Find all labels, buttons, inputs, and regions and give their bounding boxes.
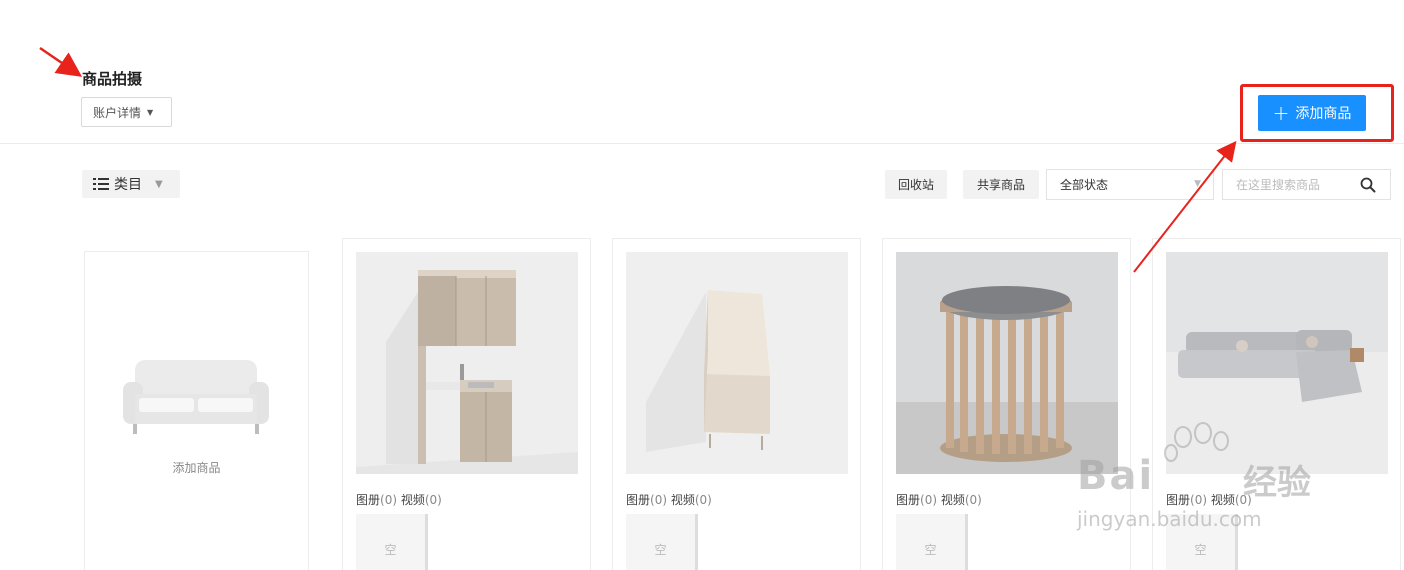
product-meta: 图册(0) 视频(0): [896, 491, 982, 508]
empty-media-slot: 空: [1166, 514, 1238, 570]
product-thumbnail[interactable]: [356, 252, 578, 474]
album-count: (0): [650, 493, 668, 507]
status-filter-select[interactable]: 全部状态 ▼: [1046, 169, 1214, 200]
album-count: (0): [380, 493, 398, 507]
search-input[interactable]: [1223, 170, 1343, 199]
product-card[interactable]: 图册(0) 视频(0) 空: [342, 238, 591, 570]
album-count: (0): [1190, 493, 1208, 507]
category-label: 类目: [114, 177, 142, 193]
plus-icon: +: [1272, 101, 1290, 125]
product-thumbnail[interactable]: [1166, 252, 1388, 474]
empty-media-slot: 空: [896, 514, 968, 570]
album-count: (0): [920, 493, 938, 507]
add-product-label: 添加商品: [1295, 106, 1352, 122]
video-count: (0): [964, 493, 982, 507]
sofa-icon: [123, 360, 269, 434]
round-slatted-table-image: [896, 252, 1118, 474]
empty-media-slot: 空: [626, 514, 698, 570]
video-label[interactable]: 视频: [1211, 493, 1235, 507]
caret-down-icon: ▼: [147, 107, 154, 117]
video-count: (0): [694, 493, 712, 507]
product-card[interactable]: 图册(0) 视频(0) 空: [1152, 238, 1401, 570]
list-icon: [93, 177, 109, 191]
page-header: 商品拍摄 账户详情 ▼ + 添加商品: [0, 0, 1404, 144]
sideboard-image: [626, 252, 848, 474]
video-label[interactable]: 视频: [401, 493, 425, 507]
product-thumbnail[interactable]: [626, 252, 848, 474]
caret-down-icon: ▼: [155, 178, 163, 190]
add-product-card[interactable]: 添加商品: [84, 251, 309, 570]
product-meta: 图册(0) 视频(0): [626, 491, 712, 508]
kitchen-cabinet-image: [356, 252, 578, 474]
caret-down-icon: ▼: [1194, 179, 1201, 189]
shared-products-button[interactable]: 共享商品: [963, 170, 1039, 199]
category-filter-button[interactable]: 类目 ▼: [82, 170, 180, 198]
album-label[interactable]: 图册: [356, 493, 380, 507]
empty-media-slot: 空: [356, 514, 428, 570]
search-icon[interactable]: [1360, 177, 1376, 193]
video-label[interactable]: 视频: [941, 493, 965, 507]
product-card[interactable]: 图册(0) 视频(0) 空: [612, 238, 861, 570]
product-card[interactable]: 图册(0) 视频(0) 空: [882, 238, 1131, 570]
search-box: [1222, 169, 1391, 200]
account-details-label: 账户详情: [93, 105, 142, 120]
product-meta: 图册(0) 视频(0): [356, 491, 442, 508]
video-count: (0): [1234, 493, 1252, 507]
video-label[interactable]: 视频: [671, 493, 695, 507]
product-thumbnail[interactable]: [896, 252, 1118, 474]
status-filter-value: 全部状态: [1060, 178, 1109, 192]
sectional-sofa-image: [1166, 252, 1388, 474]
page-title: 商品拍摄: [82, 70, 143, 88]
add-product-card-label: 添加商品: [172, 461, 221, 475]
add-product-button[interactable]: + 添加商品: [1258, 95, 1366, 131]
album-label[interactable]: 图册: [1166, 493, 1190, 507]
album-label[interactable]: 图册: [626, 493, 650, 507]
recycle-bin-button[interactable]: 回收站: [885, 170, 947, 199]
album-label[interactable]: 图册: [896, 493, 920, 507]
product-meta: 图册(0) 视频(0): [1166, 491, 1252, 508]
video-count: (0): [424, 493, 442, 507]
account-details-dropdown[interactable]: 账户详情 ▼: [81, 97, 172, 127]
